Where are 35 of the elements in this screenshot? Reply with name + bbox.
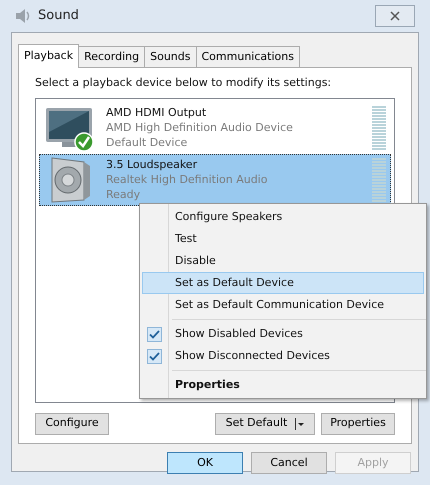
check-icon — [147, 349, 162, 364]
set-default-button[interactable]: Set Default — [215, 412, 315, 434]
tab[interactable]: Playback — [18, 44, 80, 68]
menu-item[interactable]: Show Disconnected Devices — [142, 345, 424, 367]
window-title: Sound — [38, 7, 79, 26]
dialog-button[interactable]: OK — [167, 452, 243, 474]
dialog-button[interactable]: Cancel — [251, 452, 327, 474]
tab[interactable]: Recording — [79, 46, 146, 67]
device-item[interactable]: AMD HDMI Output AMD High Definition Audio Device Default Device — [39, 102, 391, 154]
device-status: Default Device — [106, 135, 188, 150]
check-icon — [147, 327, 162, 342]
device-name: 3.5 Loudspeaker — [106, 157, 198, 172]
volume-meter-icon — [372, 158, 386, 202]
volume-meter-icon — [372, 106, 386, 150]
device-driver: AMD High Definition Audio Device — [106, 120, 294, 135]
device-driver: Realtek High Definition Audio — [106, 172, 268, 187]
device-name: AMD HDMI Output — [106, 105, 208, 120]
device-status: Ready — [106, 187, 142, 202]
device-item[interactable]: 3.5 Loudspeaker Realtek High Definition Audio Ready — [39, 154, 391, 206]
speaker-icon — [14, 8, 32, 24]
menu-item[interactable]: Properties — [142, 374, 424, 396]
instruction-text: Select a playback device below to modify its settings: — [35, 75, 332, 91]
properties-button[interactable]: Properties — [321, 412, 395, 434]
tab[interactable]: Communications — [196, 46, 300, 67]
menu-item[interactable]: Test — [142, 228, 424, 250]
dropdown-arrow-icon — [295, 418, 304, 430]
close-button[interactable] — [375, 5, 415, 27]
configure-button[interactable]: Configure — [35, 412, 109, 434]
menu-item[interactable]: Configure Speakers — [142, 206, 424, 228]
menu-item[interactable]: Disable — [142, 250, 424, 272]
menu-item[interactable]: Show Disabled Devices — [142, 323, 424, 345]
tab[interactable]: Sounds — [145, 46, 196, 67]
menu-item[interactable]: Set as Default Communication Device — [142, 294, 424, 316]
close-icon — [390, 11, 400, 21]
menu-item[interactable]: Set as Default Device — [142, 272, 424, 294]
